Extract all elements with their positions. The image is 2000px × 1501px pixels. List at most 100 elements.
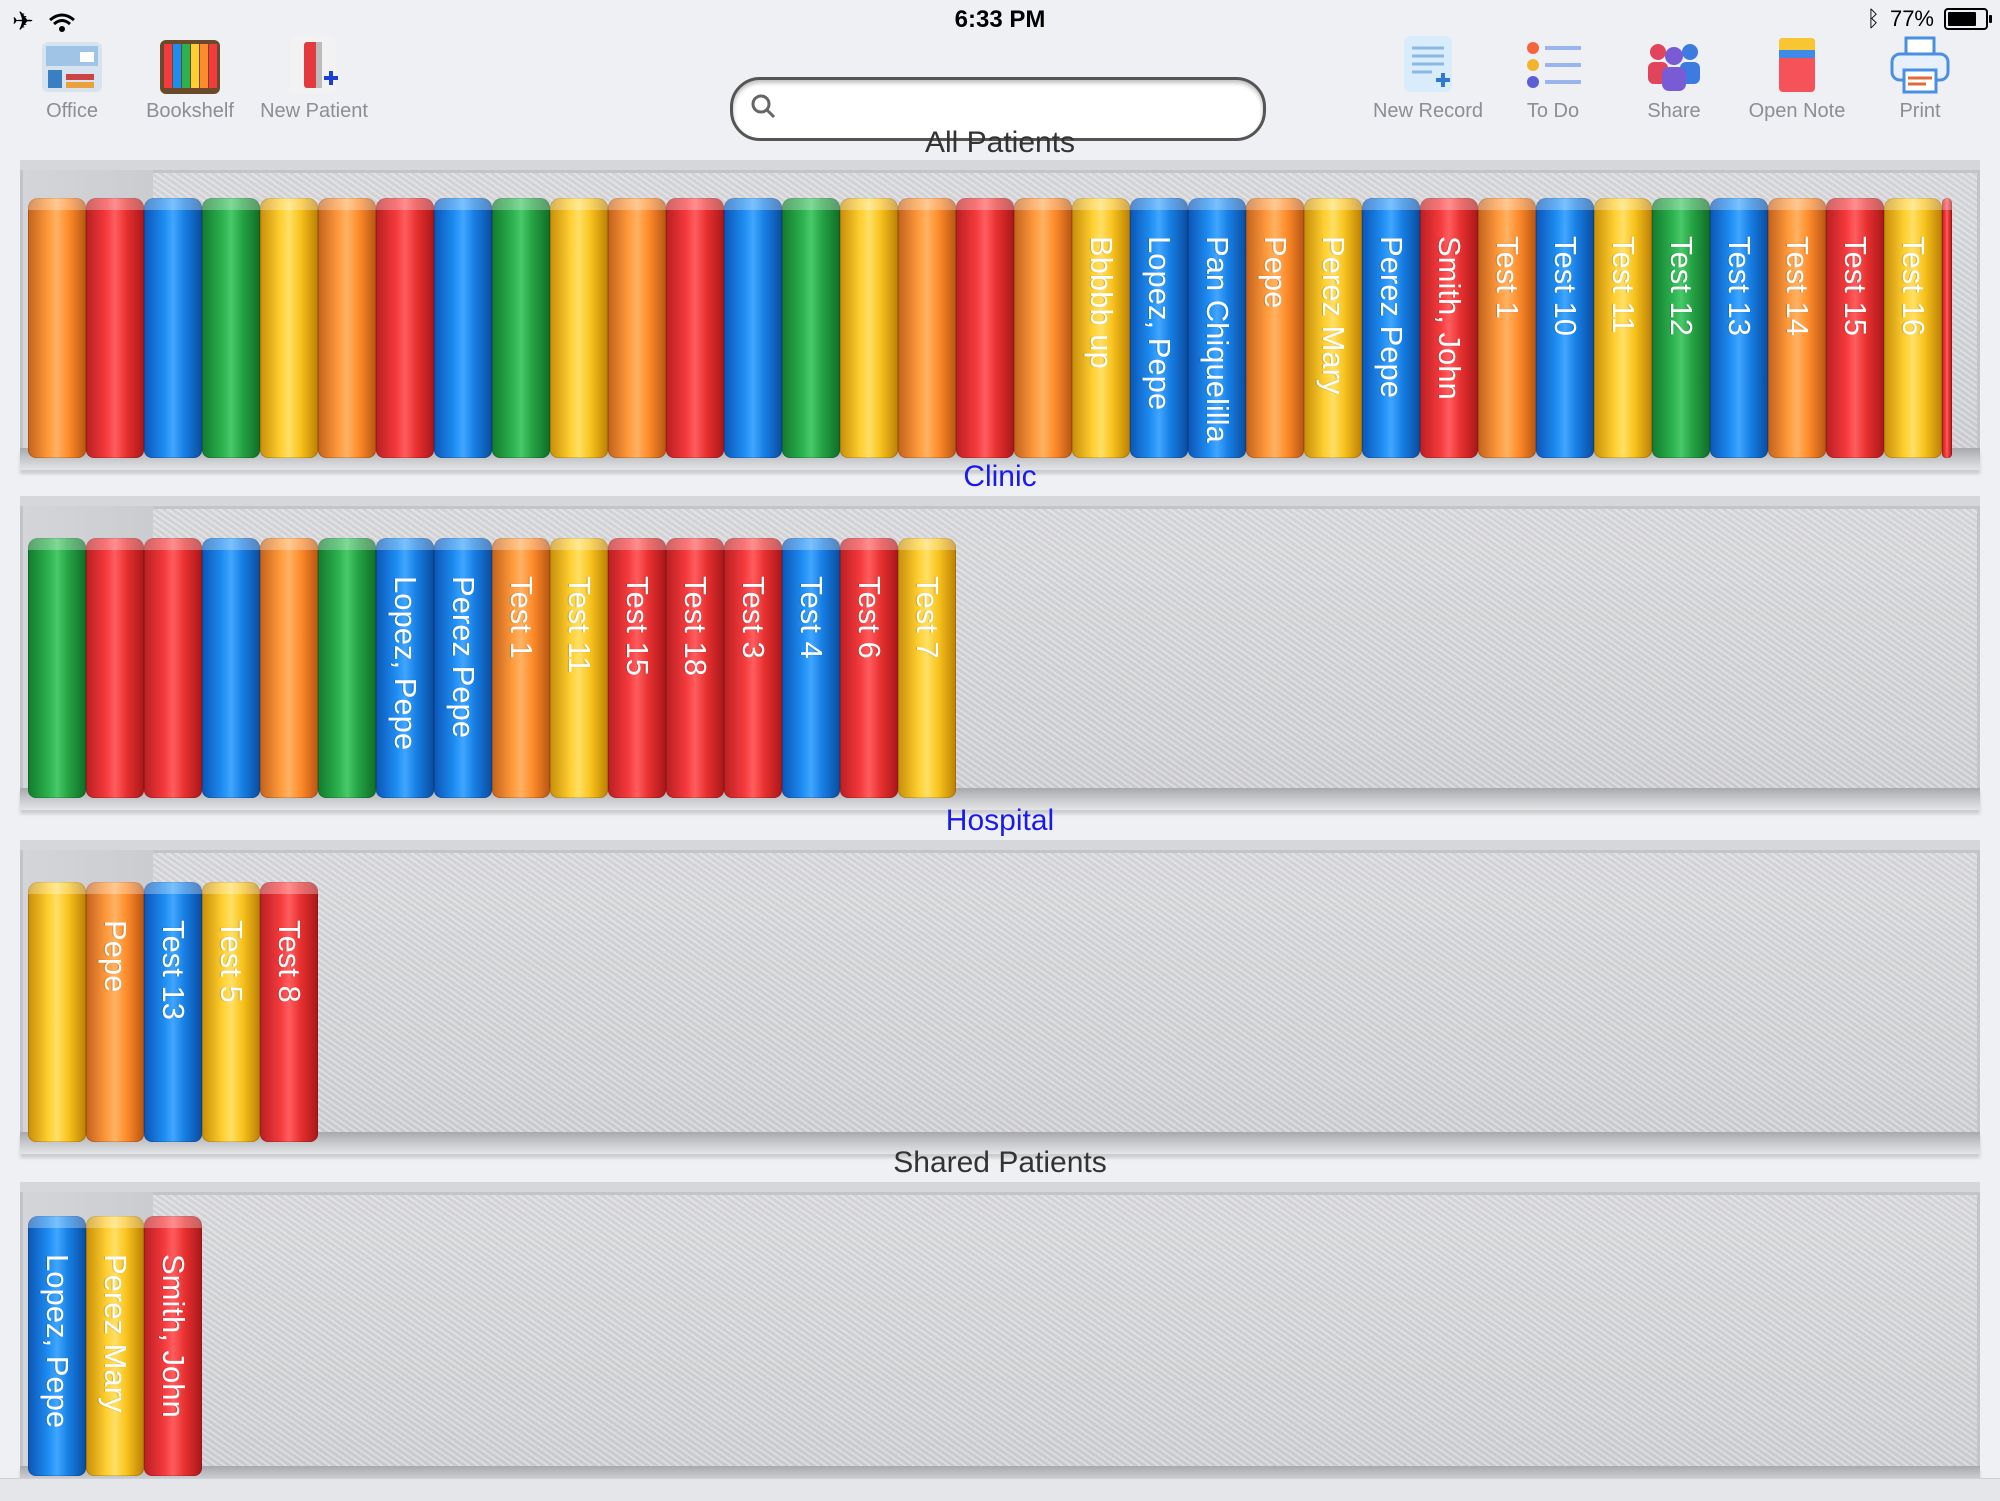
patient-book[interactable]: Test 8	[260, 882, 318, 1142]
patient-book[interactable]	[28, 538, 86, 798]
book-spine-label: Test 1	[504, 576, 539, 659]
todo-list-icon	[1521, 34, 1585, 96]
patient-book[interactable]	[202, 538, 260, 798]
patient-book[interactable]: Lopez, Pepe	[376, 538, 434, 798]
bookshelf-icon	[158, 34, 222, 96]
patient-book[interactable]: Lopez, Pepe	[1130, 198, 1188, 458]
book-spine-label: Smith, John	[1432, 236, 1467, 400]
new-patient-button[interactable]: New Patient	[254, 34, 374, 123]
shelf-hospital: Pepe Test 13 Test 5 Test 8	[20, 840, 1980, 1154]
patient-book[interactable]: Test 7	[898, 538, 956, 798]
book-spine-label: Test 18	[678, 576, 713, 676]
patient-book[interactable]	[550, 198, 608, 458]
patient-book[interactable]	[666, 198, 724, 458]
patient-book[interactable]: Test 5	[202, 882, 260, 1142]
book-spine-label: Test 11	[562, 576, 597, 674]
book-row-all-patients: Bbbbb up Lopez, Pepe Pan Chiquelilla Pepe Pe…	[28, 198, 1952, 458]
shelf-clinic: Lopez, Pepe Perez Pepe Test 1 Test 11 Test 1…	[20, 496, 1980, 810]
book-spine-label: Test 14	[1780, 236, 1815, 336]
patient-book[interactable]: Test 14	[1768, 198, 1826, 458]
patient-book[interactable]	[1014, 198, 1072, 458]
patient-book[interactable]: Test 16	[1884, 198, 1942, 458]
patient-book[interactable]: Test 3	[724, 538, 782, 798]
patient-book[interactable]: Test 18	[666, 538, 724, 798]
patient-book[interactable]: Test 6	[840, 538, 898, 798]
book-spine-label: Pepe	[98, 920, 133, 993]
new-patient-icon	[282, 34, 346, 96]
patient-book[interactable]	[608, 198, 666, 458]
todo-label: To Do	[1526, 100, 1580, 122]
new-record-button[interactable]: New Record	[1368, 34, 1488, 123]
toolbar: Office Bookshelf New Patient New Record …	[0, 30, 2000, 141]
patient-book[interactable]: Test 13	[144, 882, 202, 1142]
battery-fill	[1948, 12, 1976, 26]
status-right: ᛒ 77%	[1866, 6, 1992, 32]
patient-book[interactable]	[724, 198, 782, 458]
patient-book[interactable]: Pepe	[86, 882, 144, 1142]
office-button[interactable]: Office	[12, 34, 132, 123]
patient-book[interactable]: Test 12	[1652, 198, 1710, 458]
patient-book[interactable]	[86, 538, 144, 798]
patient-book[interactable]	[318, 538, 376, 798]
patient-book[interactable]: Bbbbb up	[1072, 198, 1130, 458]
patient-book[interactable]	[782, 198, 840, 458]
patient-book[interactable]: Test 10	[1536, 198, 1594, 458]
book-spine-label: Test 10	[1548, 236, 1583, 336]
patient-book[interactable]	[28, 882, 86, 1142]
patient-book[interactable]	[260, 538, 318, 798]
book-spine-label: Pepe	[1258, 236, 1293, 309]
shelf-all-patients: Bbbbb up Lopez, Pepe Pan Chiquelilla Pepe Pe…	[20, 160, 1980, 470]
patient-book[interactable]	[202, 198, 260, 458]
book-spine-label: Lopez, Pepe	[40, 1254, 75, 1429]
patient-book[interactable]: Lopez, Pepe	[28, 1216, 86, 1476]
patient-book[interactable]: Smith, John	[1420, 198, 1478, 458]
patient-book[interactable]: Test 11	[1594, 198, 1652, 458]
patient-book[interactable]: Test 13	[1710, 198, 1768, 458]
print-button[interactable]: Print	[1860, 34, 1980, 123]
book-spine-label: Test 15	[620, 576, 655, 676]
patient-book[interactable]	[956, 198, 1014, 458]
patient-book[interactable]	[318, 198, 376, 458]
shelf-title-clinic[interactable]: Clinic	[0, 460, 2000, 494]
todo-button[interactable]: To Do	[1493, 34, 1613, 123]
patient-book[interactable]	[144, 538, 202, 798]
patient-book[interactable]: Pepe	[1246, 198, 1304, 458]
shelf-shared-patients: Lopez, Pepe Perez Mary Smith, John	[20, 1182, 1980, 1488]
patient-book[interactable]	[492, 198, 550, 458]
patient-book[interactable]	[840, 198, 898, 458]
patient-book[interactable]: Perez Pepe	[434, 538, 492, 798]
patient-book[interactable]: Test 11	[550, 538, 608, 798]
patient-book[interactable]: Pan Chiquelilla	[1188, 198, 1246, 458]
patient-book[interactable]	[144, 198, 202, 458]
book-row-hospital: Pepe Test 13 Test 5 Test 8	[28, 882, 318, 1142]
bluetooth-icon: ᛒ	[1866, 6, 1880, 31]
patient-book[interactable]	[86, 198, 144, 458]
office-label: Office	[46, 100, 98, 122]
patient-book[interactable]: Perez Mary	[1304, 198, 1362, 458]
patient-book[interactable]: Perez Mary	[86, 1216, 144, 1476]
patient-book[interactable]	[28, 198, 86, 458]
book-spine-label: Test 6	[852, 576, 887, 659]
patient-book[interactable]	[898, 198, 956, 458]
search-icon	[751, 94, 775, 118]
book-spine-label: Test 3	[736, 576, 771, 659]
open-note-button[interactable]: Open Note	[1737, 34, 1857, 123]
patient-book[interactable]	[1942, 198, 1952, 458]
patient-book[interactable]: Test 1	[492, 538, 550, 798]
bookshelf-button[interactable]: Bookshelf	[130, 34, 250, 123]
patient-book[interactable]: Test 1	[1478, 198, 1536, 458]
share-button[interactable]: Share	[1614, 34, 1734, 123]
new-record-label: New Record	[1372, 100, 1484, 122]
battery-icon	[1944, 8, 1992, 30]
patient-book[interactable]: Test 15	[608, 538, 666, 798]
patient-book[interactable]	[376, 198, 434, 458]
shelf-title-hospital[interactable]: Hospital	[0, 804, 2000, 838]
patient-book[interactable]	[434, 198, 492, 458]
patient-book[interactable]: Smith, John	[144, 1216, 202, 1476]
patient-book[interactable]	[260, 198, 318, 458]
patient-book[interactable]: Test 15	[1826, 198, 1884, 458]
book-spine-label: Lopez, Pepe	[1142, 236, 1177, 411]
battery-percent: 77%	[1889, 6, 1934, 31]
patient-book[interactable]: Test 4	[782, 538, 840, 798]
patient-book[interactable]: Perez Pepe	[1362, 198, 1420, 458]
